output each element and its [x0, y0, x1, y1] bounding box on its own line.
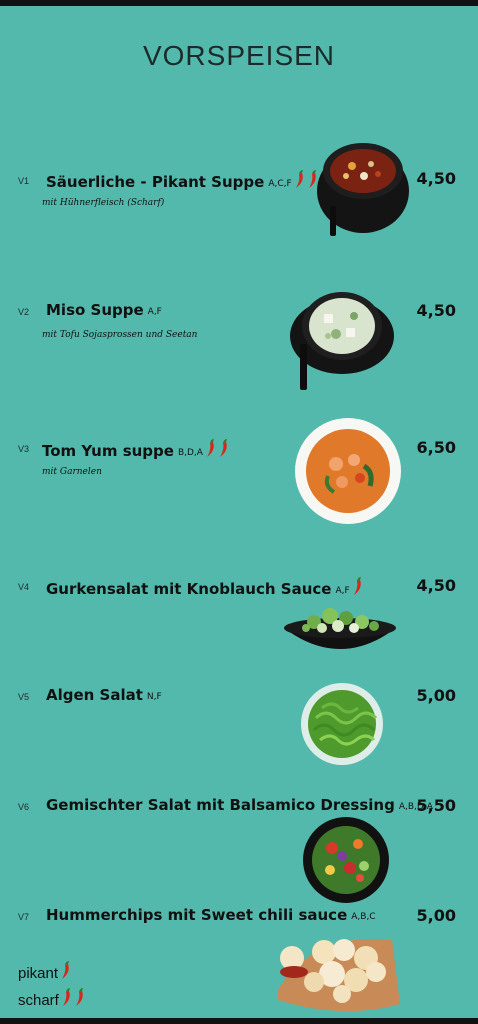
item-name: Miso Suppe A,F: [46, 301, 162, 319]
chili-pepper-icon: [353, 577, 361, 595]
prawn-crackers-image: [278, 939, 400, 1012]
item-code: V3: [18, 444, 30, 454]
chili-group: [59, 988, 85, 1009]
item-price: 4,50: [416, 169, 456, 188]
item-name: Tom Yum suppe B,D,A: [42, 438, 229, 460]
item-code: V1: [18, 176, 30, 186]
item-name-text: Gemischter Salat mit Balsamico Dressing: [46, 796, 395, 814]
item-name-text: Gurkensalat mit Knoblauch Sauce: [46, 580, 332, 598]
chili-group: [292, 170, 318, 191]
item-price: 5,00: [416, 686, 456, 705]
item-code: V7: [18, 912, 30, 922]
legend-pikant: pikant: [18, 960, 71, 982]
item-name-text: Algen Salat: [46, 686, 143, 704]
seaweed-salad-image: [301, 683, 383, 765]
mixed-salad-image: [303, 817, 389, 903]
chili-group: [58, 961, 71, 982]
item-name: Gurkensalat mit Knoblauch Sauce A,F: [46, 576, 363, 598]
menu-page: VORSPEISEN V1 Säuerliche - Pikant Suppe A…: [0, 0, 478, 1024]
item-description: mit Garnelen: [42, 467, 102, 477]
allergen-codes: A,F: [335, 586, 350, 596]
tom-yum-soup-image: [295, 418, 401, 524]
legend-label: scharf: [18, 992, 59, 1009]
item-price: 5,00: [416, 906, 456, 925]
chili-pepper-icon: [62, 961, 70, 979]
cucumber-salad-image: [284, 608, 396, 649]
chili-group: [350, 577, 363, 598]
item-name-text: Tom Yum suppe: [42, 442, 174, 460]
item-description: mit Hühnerfleisch (Scharf): [42, 198, 165, 208]
chili-pepper-icon: [206, 439, 214, 457]
allergen-codes: A,F: [147, 307, 162, 317]
item-code: V6: [18, 802, 30, 812]
item-description: mit Tofu Sojasprossen und Seetan: [42, 330, 198, 340]
item-name: Algen Salat N,F: [46, 686, 162, 704]
item-price: 5,50: [416, 796, 456, 815]
allergen-codes: A,C,F: [268, 179, 292, 189]
allergen-codes: B,D,A: [177, 448, 203, 458]
item-name: Gemischter Salat mit Balsamico Dressing A…: [46, 796, 433, 814]
chili-pepper-icon: [219, 439, 227, 457]
item-price: 4,50: [416, 301, 456, 320]
item-name: Säuerliche - Pikant Suppe A,C,F: [46, 169, 318, 191]
item-code: V4: [18, 582, 30, 592]
hot-sour-soup-image: [317, 143, 409, 236]
allergen-codes: N,F: [146, 692, 162, 702]
item-name-text: Säuerliche - Pikant Suppe: [46, 173, 265, 191]
item-code: V5: [18, 692, 30, 702]
item-name: Hummerchips mit Sweet chili sauce A,B,C: [46, 906, 376, 924]
legend-scharf: scharf: [18, 987, 85, 1009]
item-code: V2: [18, 307, 30, 317]
item-name-text: Hummerchips mit Sweet chili sauce: [46, 906, 348, 924]
item-price: 4,50: [416, 576, 456, 595]
page-title: VORSPEISEN: [142, 40, 336, 71]
chili-group: [203, 439, 229, 460]
miso-soup-image: [290, 292, 394, 390]
item-price: 6,50: [416, 438, 456, 457]
chili-pepper-icon: [295, 170, 303, 188]
item-name-text: Miso Suppe: [46, 301, 144, 319]
chili-pepper-icon: [75, 988, 83, 1006]
chili-pepper-icon: [62, 988, 70, 1006]
legend-label: pikant: [18, 965, 59, 982]
allergen-codes: A,B,C: [351, 912, 376, 922]
